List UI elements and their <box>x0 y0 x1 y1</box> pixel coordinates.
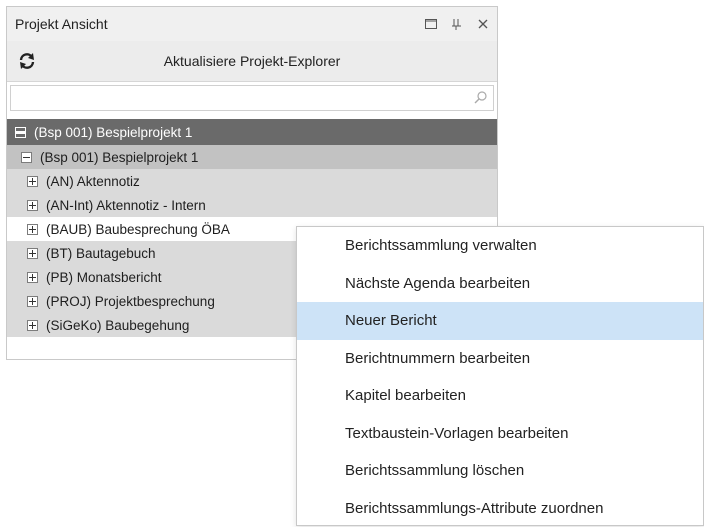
tree-project-label: (Bsp 001) Bespielprojekt 1 <box>40 150 198 165</box>
tree-project-row[interactable]: (Bsp 001) Bespielprojekt 1 <box>7 145 497 169</box>
menu-item-naechste-agenda-bearbeiten[interactable]: Nächste Agenda bearbeiten <box>297 265 703 303</box>
tree-item-label: (AN) Aktennotiz <box>46 174 140 189</box>
menu-item-berichtnummern-bearbeiten[interactable]: Berichtnummern bearbeiten <box>297 340 703 378</box>
tree-item-an-int[interactable]: (AN-Int) Aktennotiz - Intern <box>7 193 497 217</box>
panel-titlebar: Projekt Ansicht <box>7 7 497 42</box>
maximize-icon[interactable] <box>419 12 443 36</box>
expand-icon[interactable] <box>27 296 38 307</box>
collapse-icon[interactable] <box>15 127 26 138</box>
tree-item-label: (BT) Bautagebuch <box>46 246 156 261</box>
expand-icon[interactable] <box>27 176 38 187</box>
refresh-label: Aktualisiere Projekt-Explorer <box>47 53 497 69</box>
tree-item-an[interactable]: (AN) Aktennotiz <box>7 169 497 193</box>
menu-item-berichtssammlung-verwalten[interactable]: Berichtssammlung verwalten <box>297 227 703 265</box>
close-icon[interactable] <box>471 12 495 36</box>
tree-root-row[interactable]: (Bsp 001) Bespielprojekt 1 <box>7 119 497 145</box>
panel-title: Projekt Ansicht <box>7 16 419 32</box>
refresh-project-explorer-button[interactable]: Aktualisiere Projekt-Explorer <box>7 41 497 82</box>
tree-root-label: (Bsp 001) Bespielprojekt 1 <box>34 125 192 140</box>
search-field[interactable] <box>10 85 494 111</box>
menu-item-berichtssammlungs-attribute-zuordnen[interactable]: Berichtssammlungs-Attribute zuordnen <box>297 490 703 527</box>
tree-item-label: (AN-Int) Aktennotiz - Intern <box>46 198 206 213</box>
expand-icon[interactable] <box>27 272 38 283</box>
menu-item-neuer-bericht[interactable]: Neuer Bericht <box>297 302 703 340</box>
tree-item-label: (SiGeKo) Baubegehung <box>46 318 189 333</box>
tree-item-label: (PROJ) Projektbesprechung <box>46 294 215 309</box>
expand-icon[interactable] <box>27 320 38 331</box>
expand-icon[interactable] <box>27 200 38 211</box>
search-icon <box>474 91 487 109</box>
tree-item-label: (PB) Monatsbericht <box>46 270 162 285</box>
refresh-icon <box>7 53 47 69</box>
tree-item-label: (BAUB) Baubesprechung ÖBA <box>46 222 230 237</box>
expand-icon[interactable] <box>27 224 38 235</box>
menu-item-textbaustein-vorlagen-bearbeiten[interactable]: Textbaustein-Vorlagen bearbeiten <box>297 415 703 453</box>
pin-icon[interactable] <box>445 12 469 36</box>
collapse-icon[interactable] <box>21 152 32 163</box>
expand-icon[interactable] <box>27 248 38 259</box>
menu-item-kapitel-bearbeiten[interactable]: Kapitel bearbeiten <box>297 377 703 415</box>
context-menu: Berichtssammlung verwalten Nächste Agend… <box>296 226 704 526</box>
menu-item-berichtssammlung-loeschen[interactable]: Berichtssammlung löschen <box>297 452 703 490</box>
